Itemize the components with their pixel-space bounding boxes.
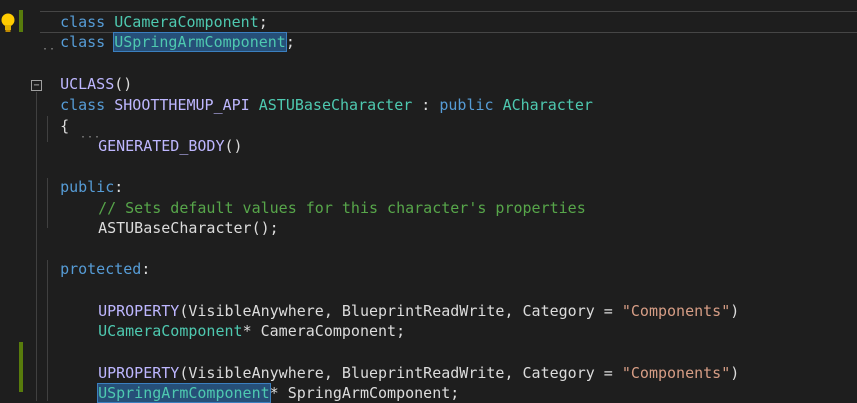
change-indicator [19,10,23,32]
code-line[interactable]: USpringArmComponent* SpringArmComponent; [80,363,459,403]
code-line[interactable]: UCLASS() [42,54,132,93]
code-line[interactable]: UPROPERTY(VisibleAnywhere, BlueprintRead… [80,281,739,320]
code-text: ) [730,364,740,382]
code-line[interactable]: class USpringArmComponent; [42,12,295,52]
type-name-highlighted[interactable]: USpringArmComponent [113,32,287,52]
code-line[interactable]: class SHOOTTHEMUP_API ASTUBaseCharacter … [42,75,593,114]
code-line[interactable]: protected: [42,239,150,278]
code-text: * SpringArmComponent; [269,384,460,402]
type-name: ASTUBaseCharacter [258,96,413,114]
code-text: : [141,260,151,278]
string-literal: "Components" [621,364,731,382]
macro-name: GENERATED_BODY [98,137,225,155]
code-line[interactable]: ASTUBaseCharacter(); [80,198,279,237]
code-line[interactable]: UCameraComponent* CameraComponent; [80,301,405,340]
code-line[interactable]: public: [42,157,123,196]
hint-dots: ··· [80,132,102,143]
string-literal: "Components" [621,302,731,320]
code-line[interactable]: GENERATED_BODY() [80,116,243,155]
keyword: protected [60,260,142,278]
code-text: ; [285,33,295,51]
code-text: ASTUBaseCharacter(); [98,219,279,237]
code-text: { [60,117,70,135]
change-indicator [19,364,23,392]
code-text: ) [730,302,740,320]
type-name: UCameraComponent [98,322,243,340]
editor-gutter [0,0,40,401]
code-line[interactable]: class UCameraComponent; [42,0,268,31]
keyword: public [439,96,494,114]
keyword: class [60,33,106,51]
fold-line [36,92,37,401]
type-name: ACharacter [502,96,593,114]
code-line[interactable]: // Sets default values for this characte… [80,178,586,217]
macro-name: SHOOTTHEMUP_API [114,96,250,114]
code-text: * CameraComponent; [242,322,406,340]
collapse-toggle[interactable]: − [31,80,42,91]
code-line[interactable]: UPROPERTY(VisibleAnywhere, BlueprintRead… [80,343,739,382]
code-line[interactable]: { [42,96,69,135]
indent-guide [47,260,48,401]
code-text: () [224,137,243,155]
type-name-highlighted[interactable]: USpringArmComponent [97,383,271,403]
change-indicator [19,342,23,364]
hint-dots: ·· [42,44,57,55]
code-text: : [412,96,440,114]
lightbulb-icon[interactable] [0,12,18,34]
